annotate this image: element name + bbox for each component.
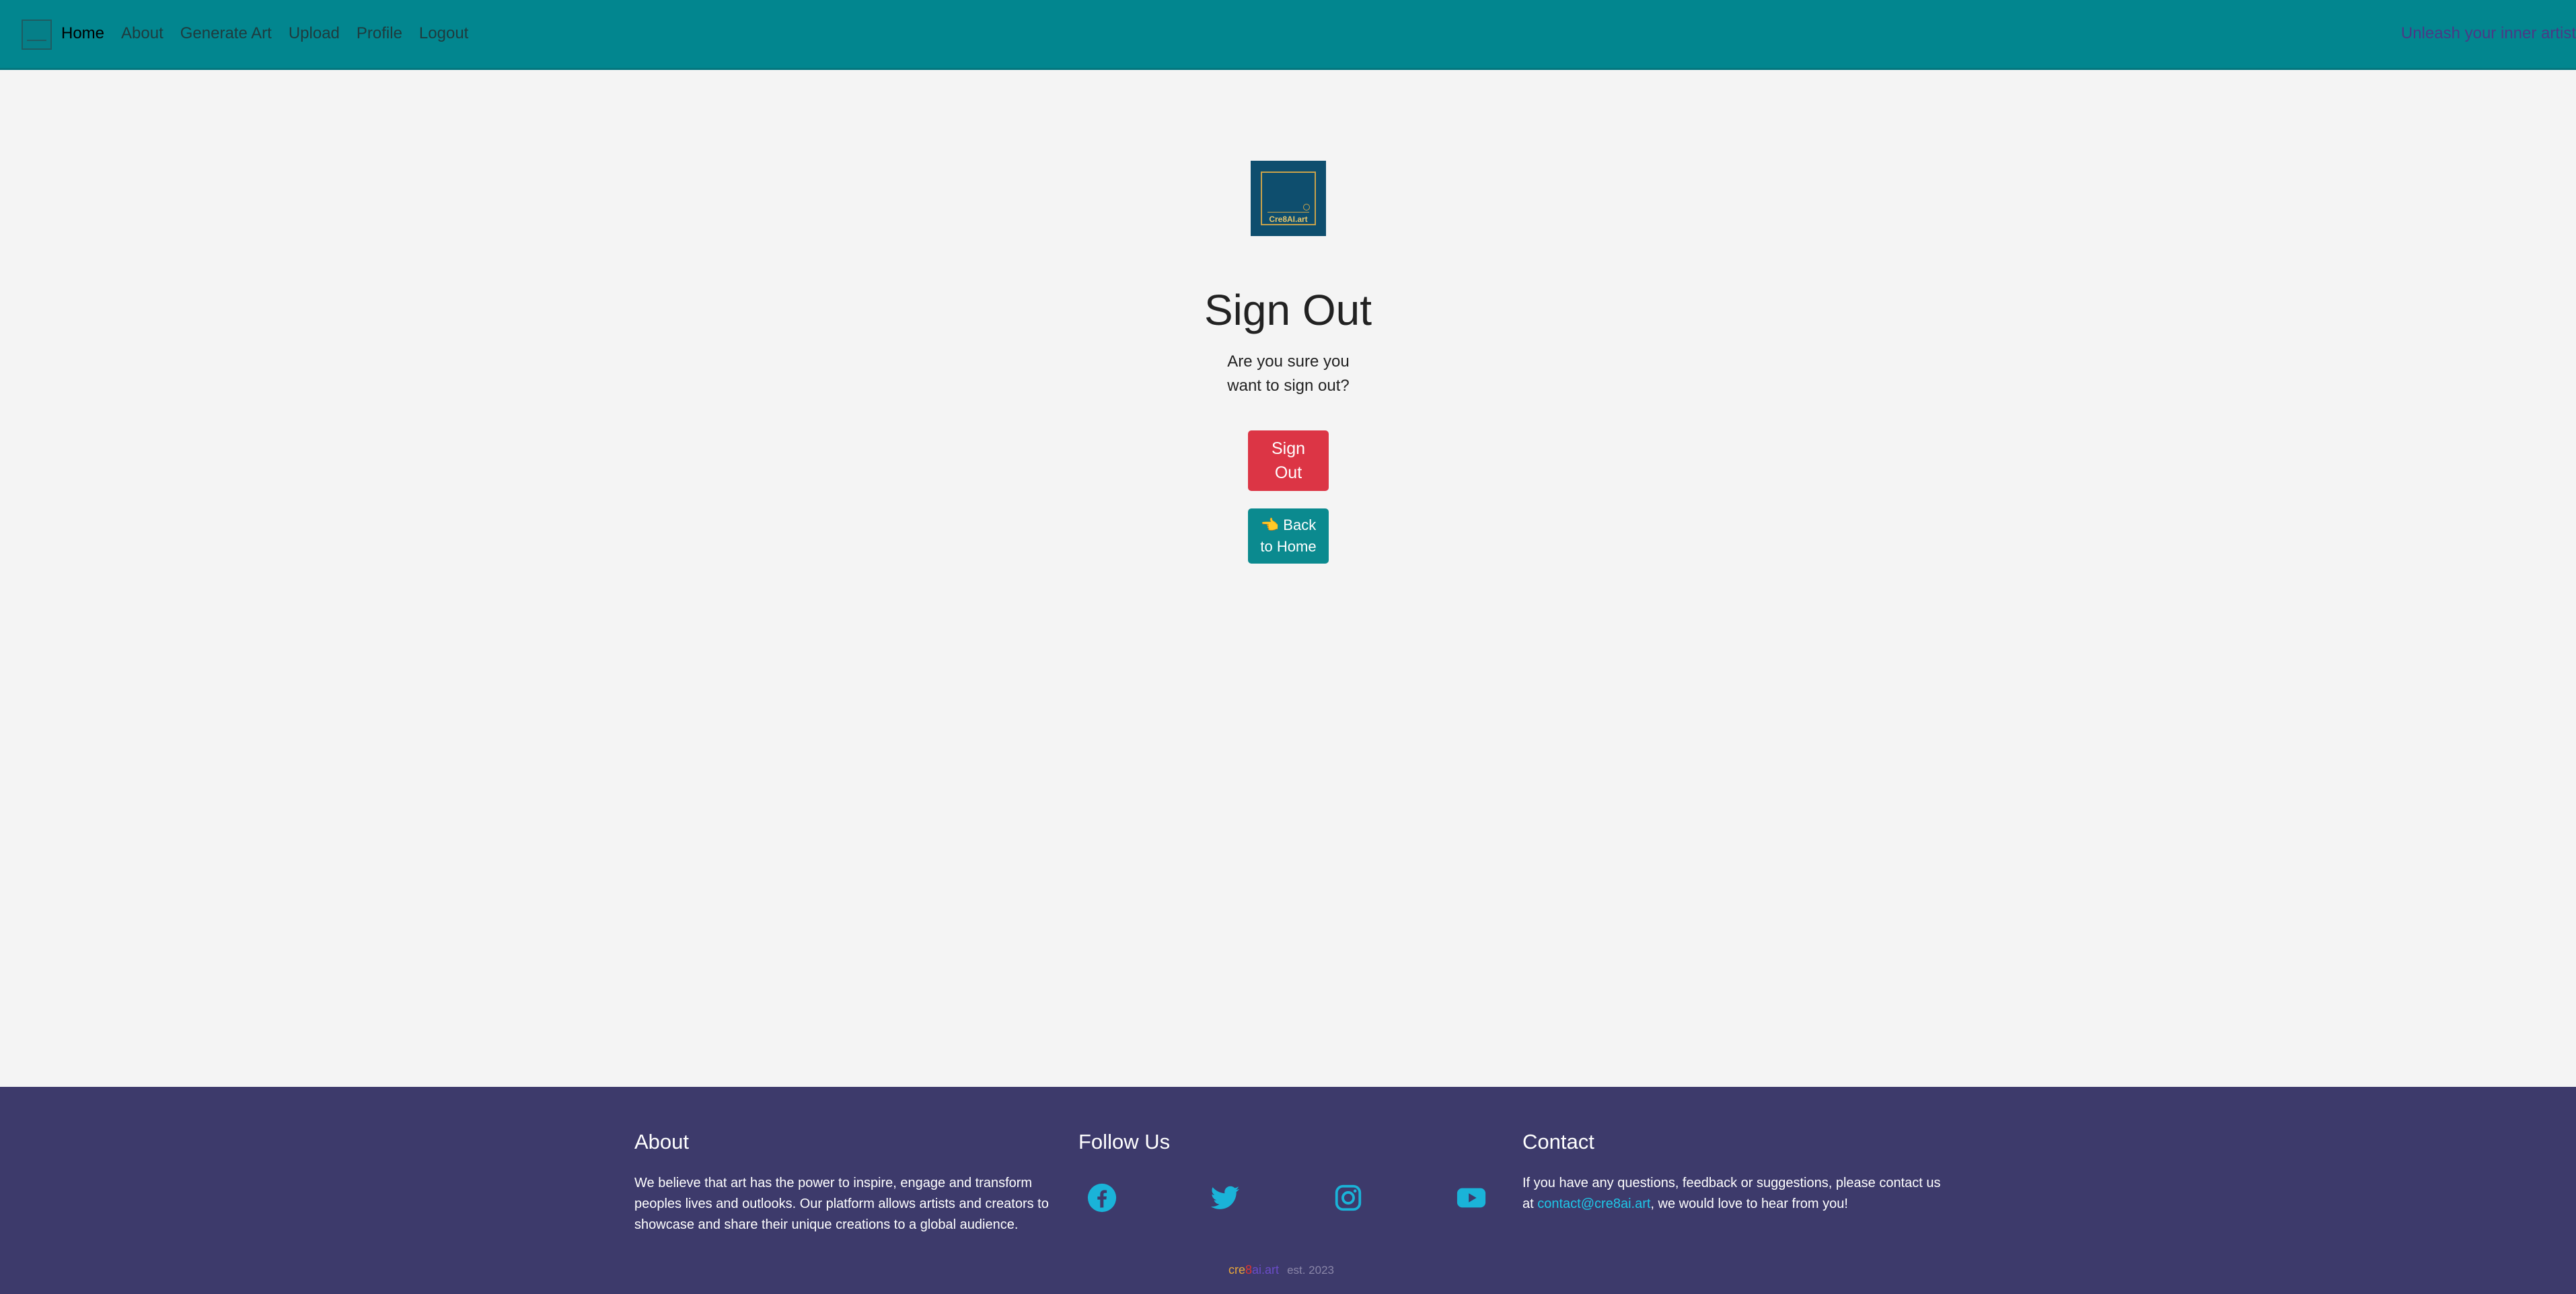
nav-link-generate-art[interactable]: Generate Art: [180, 23, 272, 44]
footer-signature: cre8ai.art est. 2023: [1228, 1262, 1334, 1279]
signature-part-3: ai.art: [1252, 1263, 1280, 1277]
logo-text: Cre8AI.art: [1269, 215, 1308, 224]
established-text: est. 2023: [1287, 1264, 1335, 1277]
instagram-icon[interactable]: [1333, 1182, 1364, 1213]
sun-icon: [1303, 204, 1310, 211]
navbar: Home About Generate Art Upload Profile L…: [0, 0, 2576, 70]
nav-link-home[interactable]: Home: [61, 23, 104, 44]
footer-about-text: We believe that art has the power to ins…: [634, 1176, 1049, 1232]
page-title: Sign Out: [1204, 286, 1372, 334]
back-to-home-button[interactable]: 👈 Back to Home: [1248, 508, 1329, 564]
footer-contact-heading: Contact: [1522, 1130, 1594, 1153]
nav-links: Home About Generate Art Upload Profile L…: [61, 23, 485, 44]
footer-about-heading: About: [634, 1130, 690, 1153]
youtube-icon[interactable]: [1456, 1182, 1487, 1213]
logo-icon[interactable]: [22, 20, 52, 50]
signature-part-2: 8: [1245, 1263, 1253, 1277]
site-logo: Cre8AI.art: [1251, 161, 1326, 236]
sign-out-button[interactable]: Sign Out: [1248, 430, 1329, 491]
nav-link-logout[interactable]: Logout: [419, 23, 468, 44]
contact-email-link[interactable]: contact@cre8ai.art: [1537, 1196, 1650, 1211]
nav-link-about[interactable]: About: [121, 23, 163, 44]
twitter-icon[interactable]: [1210, 1182, 1241, 1213]
nav-link-profile[interactable]: Profile: [357, 23, 402, 44]
footer-contact-text: If you have any questions, feedback or s…: [1522, 1173, 1953, 1215]
contact-text-after: , we would love to hear from you!: [1650, 1196, 1848, 1211]
nav-tagline: Unleash your inner artist: [2400, 24, 2576, 42]
confirm-text: Are you sure you want to sign out?: [1227, 352, 1350, 395]
nav-link-upload[interactable]: Upload: [289, 23, 340, 44]
facebook-icon[interactable]: [1087, 1182, 1117, 1213]
signature-part-1: cre: [1228, 1263, 1246, 1277]
footer: About We believe that art has the power …: [0, 1087, 2576, 1294]
footer-follow-heading: Follow Us: [1078, 1130, 1171, 1153]
